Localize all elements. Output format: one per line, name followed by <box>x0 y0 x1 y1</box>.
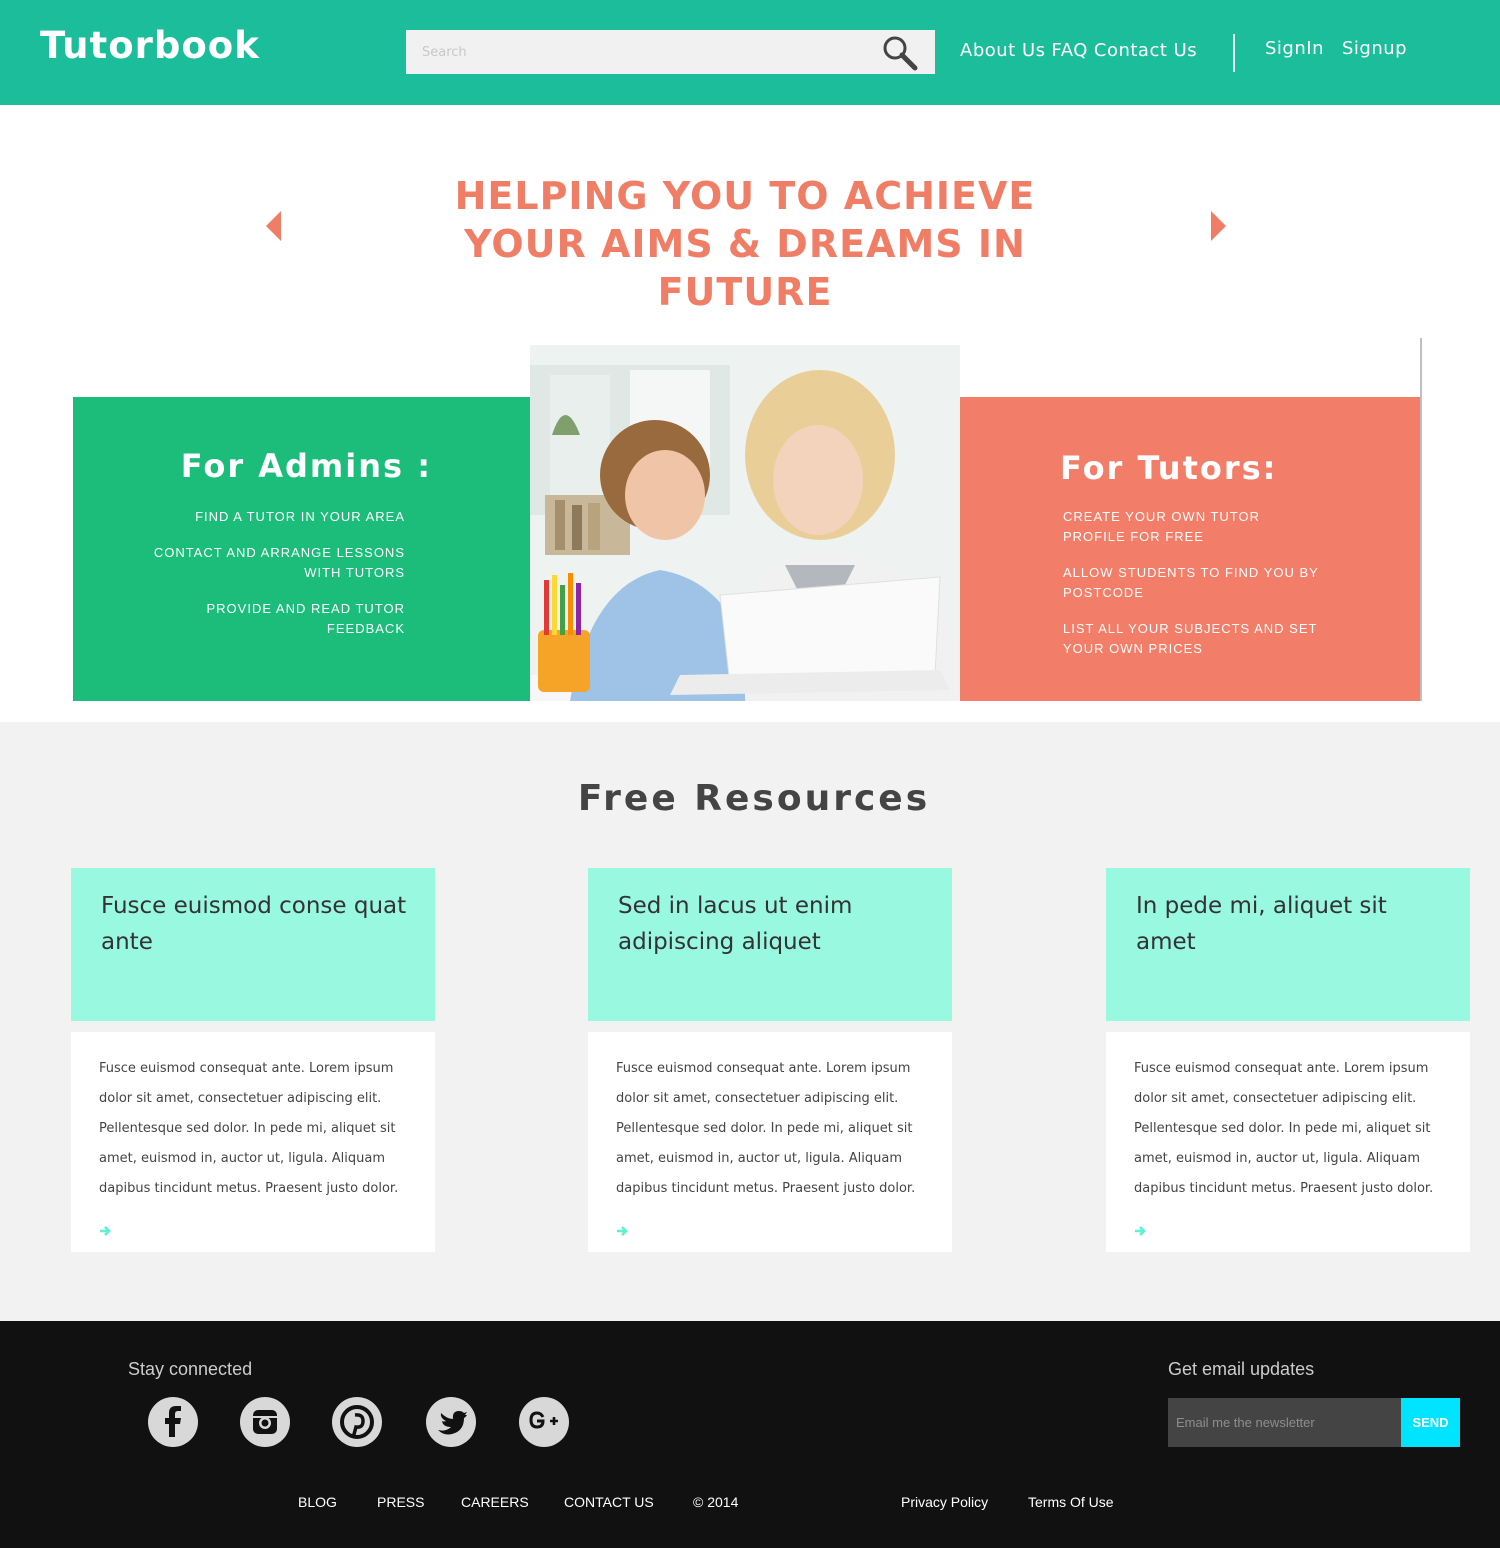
facebook-icon[interactable] <box>148 1397 198 1447</box>
admins-title: For Admins : <box>180 447 432 485</box>
footer-link-contact-us[interactable]: CONTACT US <box>564 1494 654 1510</box>
site-logo[interactable]: Tutorbook <box>40 24 260 67</box>
instagram-icon[interactable] <box>240 1397 290 1447</box>
site-header: Tutorbook About Us FAQ Contact Us SignIn… <box>0 0 1500 105</box>
copyright: © 2014 <box>693 1494 739 1510</box>
email-updates-label: Get email updates <box>1168 1359 1315 1379</box>
resources-title: Free Resources <box>577 778 931 819</box>
twitter-icon[interactable] <box>426 1397 476 1447</box>
hero-photo <box>530 345 960 701</box>
footer-link-terms-of-use[interactable]: Terms Of Use <box>1028 1494 1114 1510</box>
hero-title: HELPING YOU TO ACHIEVE YOUR AIMS & DREAM… <box>454 174 1036 314</box>
admins-item: PROVIDE AND READ TUTOR FEEDBACK <box>206 601 405 636</box>
resource-card-header[interactable]: In pede mi, aliquet sit amet <box>1106 868 1470 1021</box>
tutors-title: For Tutors: <box>1060 449 1278 487</box>
auth-links: SignIn Signup <box>1265 38 1407 59</box>
resource-card-text: Fusce euismod consequat ante. Lorem ipsu… <box>616 1061 916 1196</box>
newsletter-email-input[interactable] <box>1168 1398 1401 1447</box>
footer-link-privacy-policy[interactable]: Privacy Policy <box>901 1494 988 1510</box>
footer-link-press[interactable]: PRESS <box>377 1494 424 1510</box>
tutors-list: CREATE YOUR OWN TUTOR PROFILE FOR FREE A… <box>1063 507 1323 675</box>
tutors-item: LIST ALL YOUR SUBJECTS AND SET YOUR OWN … <box>1063 621 1318 656</box>
footer-link-blog[interactable]: BLOG <box>298 1494 337 1510</box>
arrow-right-icon[interactable] <box>616 1224 630 1238</box>
pinterest-icon[interactable] <box>332 1397 382 1447</box>
nav-contact-us[interactable]: Contact Us <box>1094 40 1197 61</box>
admins-panel: For Admins : FIND A TUTOR IN YOUR AREA C… <box>73 397 530 701</box>
resource-card-text: Fusce euismod consequat ante. Lorem ipsu… <box>1134 1061 1434 1196</box>
slider-next-arrow-icon[interactable] <box>1211 211 1226 241</box>
search-button[interactable] <box>873 31 929 73</box>
nav-faq[interactable]: FAQ <box>1052 40 1088 61</box>
signin-link[interactable]: SignIn <box>1265 38 1324 59</box>
admins-item: FIND A TUTOR IN YOUR AREA <box>195 509 405 524</box>
google-plus-icon[interactable] <box>519 1397 569 1447</box>
tutors-item: ALLOW STUDENTS TO FIND YOU BY POSTCODE <box>1063 565 1319 600</box>
resource-card-title: In pede mi, aliquet sit amet <box>1136 893 1387 955</box>
panel-edge-divider <box>1420 338 1422 701</box>
arrow-right-icon[interactable] <box>1134 1224 1148 1238</box>
resource-card-header[interactable]: Fusce euismod conse quat ante <box>71 868 435 1021</box>
resource-card-title: Sed in lacus ut enim adipiscing aliquet <box>618 893 853 955</box>
site-footer: Stay connected Get email updates SEND BL… <box>0 1321 1500 1548</box>
arrow-right-icon[interactable] <box>99 1224 113 1238</box>
nav-about-us[interactable]: About Us <box>960 40 1046 61</box>
admins-list: FIND A TUTOR IN YOUR AREA CONTACT AND AR… <box>145 507 405 655</box>
search-input[interactable] <box>406 30 876 74</box>
resources-section: Free Resources Fusce euismod conse quat … <box>0 722 1500 1321</box>
admins-item: CONTACT AND ARRANGE LESSONS WITH TUTORS <box>153 545 405 580</box>
tutors-panel: For Tutors: CREATE YOUR OWN TUTOR PROFIL… <box>960 397 1420 701</box>
resource-card-body: Fusce euismod consequat ante. Lorem ipsu… <box>588 1032 952 1252</box>
slider-prev-arrow-icon[interactable] <box>266 211 281 241</box>
resource-card-body: Fusce euismod consequat ante. Lorem ipsu… <box>1106 1032 1470 1252</box>
resource-card-header[interactable]: Sed in lacus ut enim adipiscing aliquet <box>588 868 952 1021</box>
search-icon <box>883 36 918 71</box>
main-nav: About Us FAQ Contact Us <box>960 40 1197 61</box>
footer-link-careers[interactable]: CAREERS <box>461 1494 529 1510</box>
send-button[interactable]: SEND <box>1401 1398 1460 1447</box>
resource-card-text: Fusce euismod consequat ante. Lorem ipsu… <box>99 1061 399 1196</box>
signup-link[interactable]: Signup <box>1342 38 1407 59</box>
nav-divider <box>1233 34 1235 72</box>
stay-connected-label: Stay connected <box>128 1359 253 1379</box>
resource-card-body: Fusce euismod consequat ante. Lorem ipsu… <box>71 1032 435 1252</box>
resource-card-title: Fusce euismod conse quat ante <box>101 893 407 955</box>
tutors-item: CREATE YOUR OWN TUTOR PROFILE FOR FREE <box>1063 509 1260 544</box>
search-bar <box>406 30 935 74</box>
